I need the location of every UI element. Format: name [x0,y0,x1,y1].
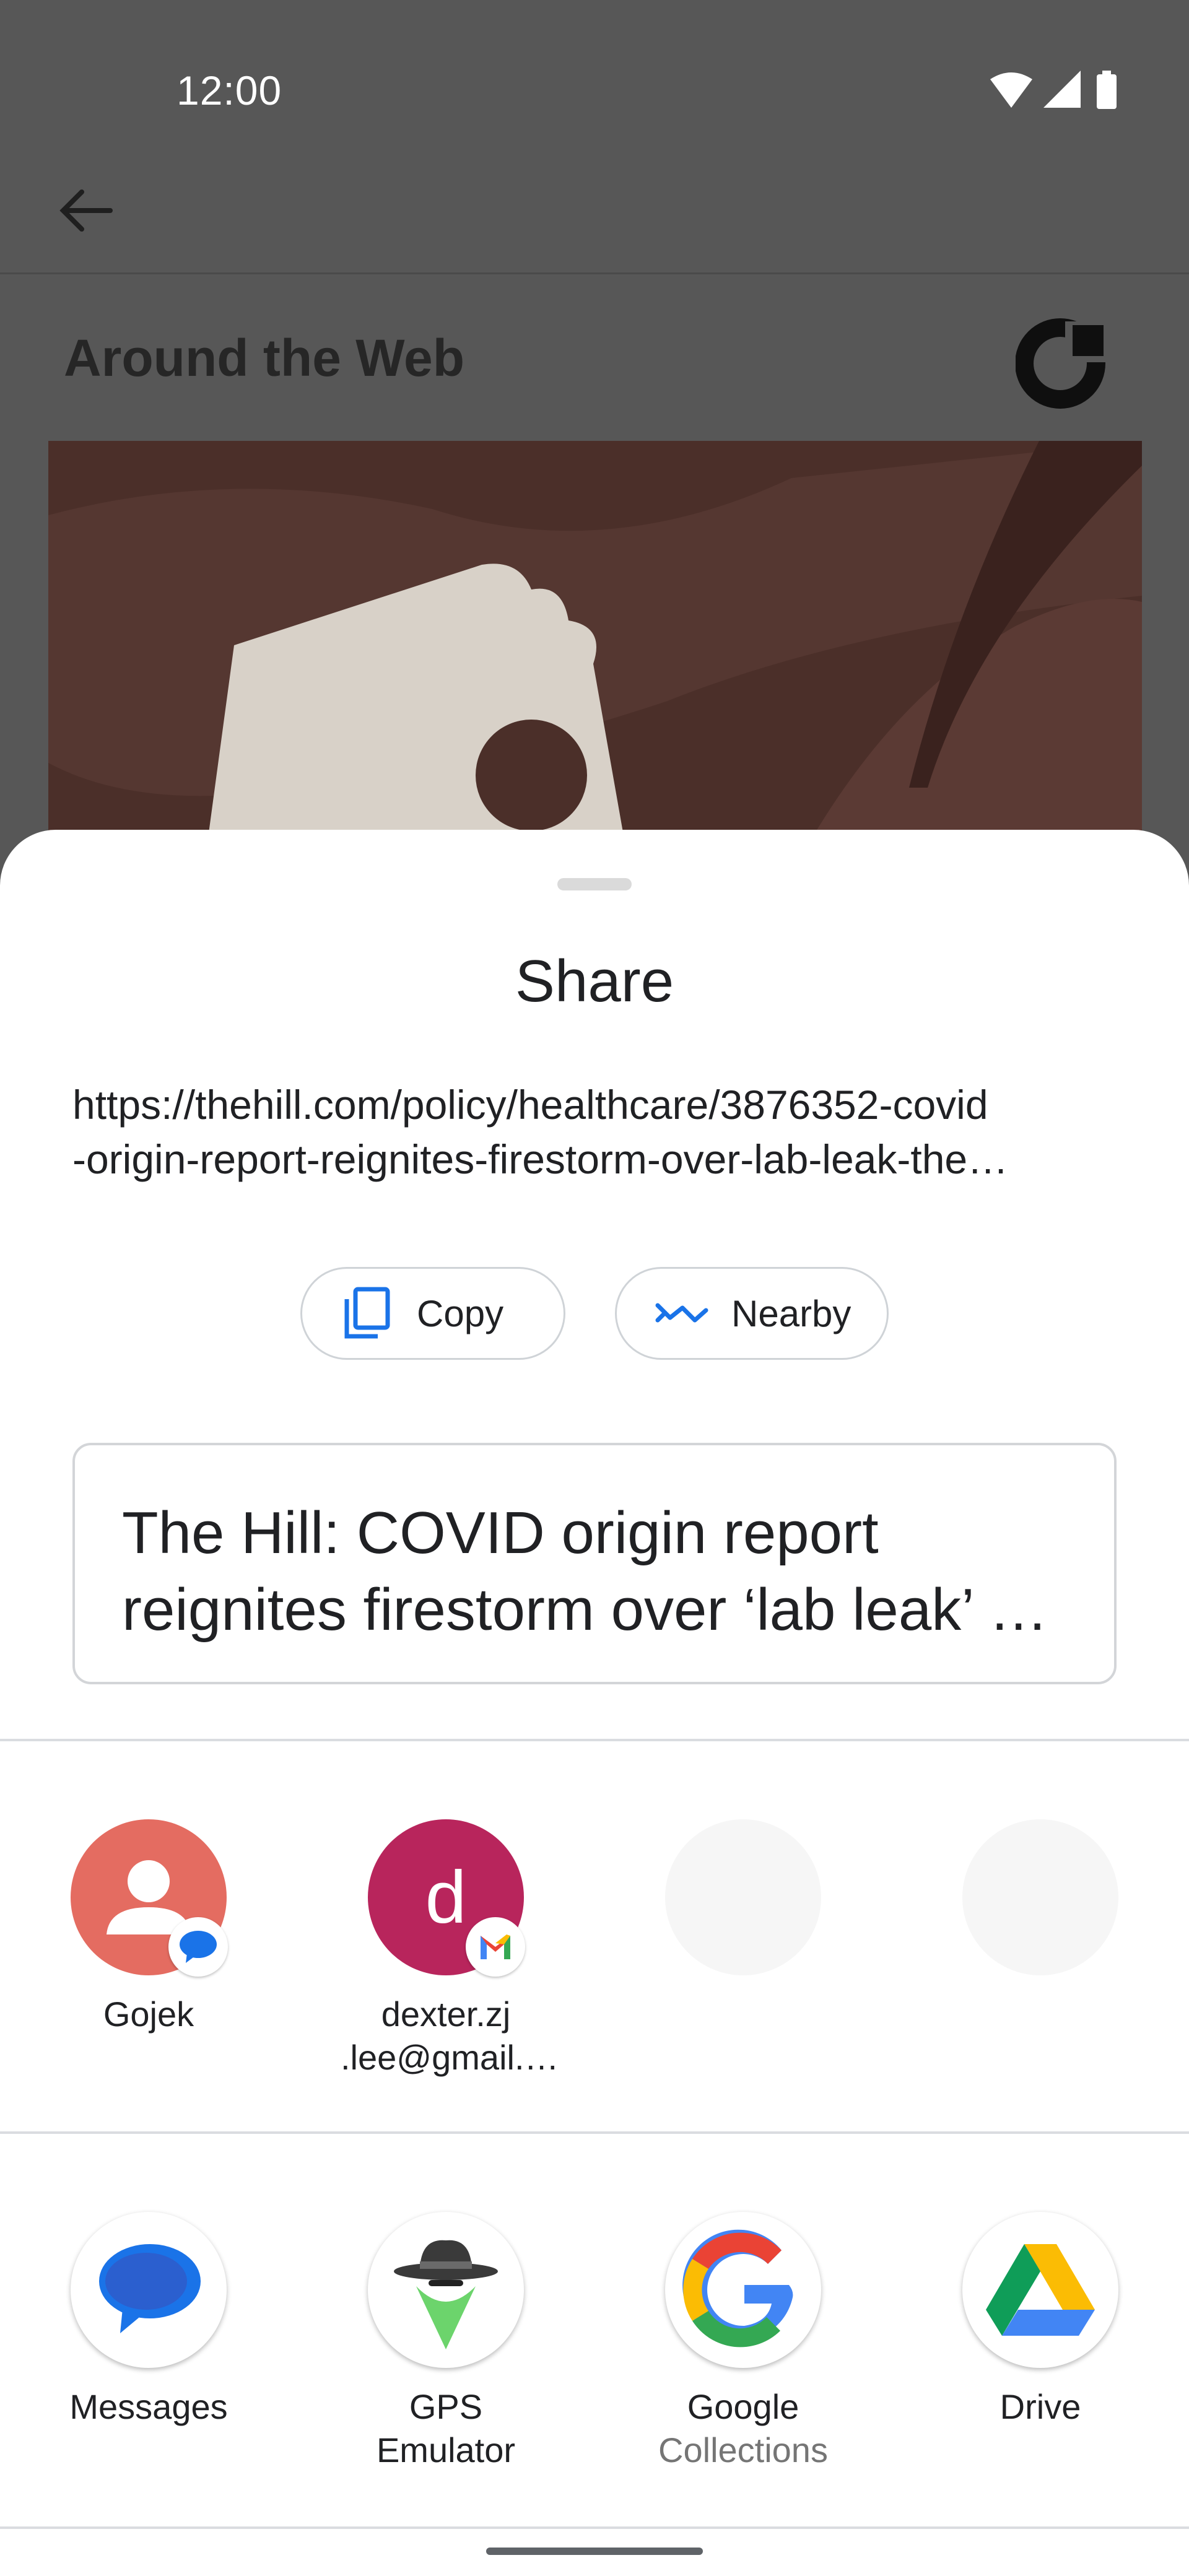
direct-share-placeholder [638,1819,848,1975]
target-label: dexter.zj .lee@gmail.… [341,1993,559,2079]
target-label-line: .lee@gmail.… [341,2038,559,2077]
google-app-icon [665,2212,821,2368]
app-messages[interactable]: Messages [43,2212,254,2429]
direct-share-dexter[interactable]: d dexter.zj .lee@gmail.… [341,1819,559,2079]
avatar: d [368,1819,525,1977]
divider [0,2131,1189,2134]
copy-label: Copy [417,1292,504,1334]
app-label: Drive [1000,2387,1081,2426]
back-arrow-icon[interactable] [56,186,115,235]
nearby-share-button[interactable]: Nearby [615,1267,889,1360]
nearby-share-icon [655,1303,708,1323]
app-sublabel: Collections [658,2430,828,2469]
direct-share-gojek[interactable]: Gojek [43,1819,254,2036]
share-sheet-title: Share [515,948,674,1014]
section-title: Around the Web [64,329,465,387]
app-drive[interactable]: Drive [935,2212,1146,2429]
status-bar: 12:00 [0,0,1189,180]
preview-line: The Hill: COVID origin report [122,1500,879,1566]
copy-icon [344,1287,390,1339]
avatar-placeholder [962,1819,1118,1975]
messages-badge-icon [168,1917,228,1977]
shared-url-line: -origin-report-reignites-firestorm-over-… [72,1136,1009,1182]
preview-line: reignites firestorm over ‘lab leak’ … [122,1577,1048,1643]
divider [0,2526,1189,2529]
app-toolbar [0,180,1189,274]
app-gps-emulator[interactable]: GPS Emulator [341,2212,551,2472]
app-label: GPS Emulator [376,2387,516,2469]
brand-logo [1015,313,1112,409]
drive-app-icon [962,2212,1118,2368]
nearby-label: Nearby [731,1292,851,1334]
app-label: Messages [69,2387,228,2426]
gmail-badge-icon [466,1917,525,1977]
divider [0,1739,1189,1741]
shared-url: https://thehill.com/policy/healthcare/38… [72,1077,1125,1186]
drag-handle[interactable] [557,878,632,890]
messages-app-icon [71,2212,227,2368]
avatar [71,1819,228,1977]
target-label: Gojek [103,1995,194,2034]
wifi-icon [990,72,1032,108]
gps-emulator-app-icon [368,2212,524,2368]
share-sheet: Share https://thehill.com/policy/healthc… [0,830,1189,2576]
share-preview-text[interactable]: The Hill: COVID origin report reignites … [72,1443,1117,1684]
hero-image [48,441,1142,874]
copy-button[interactable]: Copy [300,1267,565,1360]
target-label-line: dexter.zj [381,1995,511,2034]
avatar-placeholder [665,1819,821,1975]
status-time: 12:00 [176,67,282,113]
gesture-nav-handle[interactable] [486,2548,703,2555]
direct-share-placeholder [935,1819,1146,1975]
app-google-collections[interactable]: Google Collections [638,2212,848,2472]
cell-signal-icon [1043,71,1081,108]
app-label: Google [687,2387,799,2426]
status-icons [988,68,1130,111]
battery-icon [1097,71,1117,109]
shared-url-line: https://thehill.com/policy/healthcare/38… [72,1082,988,1128]
